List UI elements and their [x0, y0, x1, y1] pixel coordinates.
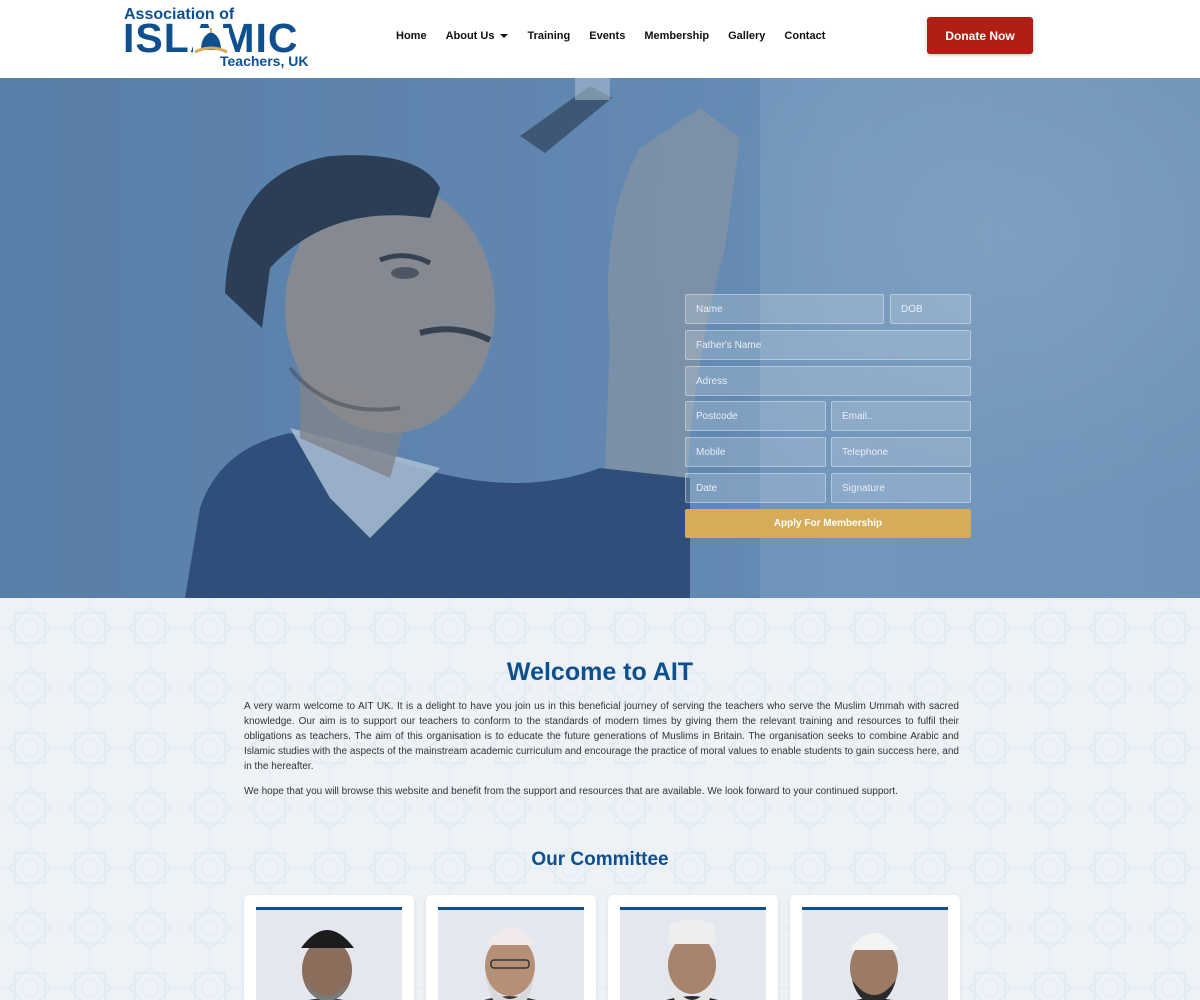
committee-member-photo — [620, 907, 766, 1000]
site-header: Association of ISLAMIC Teachers, UK Home… — [0, 0, 1200, 78]
committee-member-photo — [802, 907, 948, 1000]
telephone-input[interactable]: Telephone — [831, 437, 971, 467]
hero-student-image — [0, 78, 760, 598]
nav-home[interactable]: Home — [396, 30, 427, 42]
welcome-title: Welcome to AIT — [506, 658, 694, 686]
nav-training-label: Training — [527, 30, 571, 42]
nav-contact[interactable]: Contact — [784, 30, 825, 42]
committee-member-photo — [256, 907, 402, 1000]
nav-events-label: Events — [589, 30, 626, 42]
committee-card[interactable] — [790, 895, 960, 1000]
nav-about-us-label: About Us — [445, 30, 495, 42]
welcome-section: Welcome to AIT A very warm welcome to AI… — [0, 598, 1200, 1000]
name-input[interactable]: Name — [685, 294, 884, 324]
nav-membership-label: Membership — [644, 30, 710, 42]
committee-title: Our Committee — [531, 849, 669, 870]
nav-home-label: Home — [396, 30, 427, 42]
nav-contact-label: Contact — [784, 30, 826, 42]
committee-member-photo — [438, 907, 584, 1000]
email-input[interactable]: Email.. — [831, 401, 971, 431]
donate-button[interactable]: Donate Now — [927, 17, 1033, 54]
committee-card[interactable] — [244, 895, 414, 1000]
nav-events[interactable]: Events — [589, 30, 625, 42]
chevron-down-icon — [500, 34, 509, 38]
main-nav: Home About Us Training Events Membership… — [396, 30, 844, 42]
committee-card[interactable] — [608, 895, 778, 1000]
nav-gallery[interactable]: Gallery — [728, 30, 765, 42]
postcode-input[interactable]: Postcode — [685, 401, 826, 431]
logo-line-3: Teachers, UK — [220, 53, 309, 69]
committee-card[interactable] — [426, 895, 596, 1000]
dob-input[interactable]: DOB — [890, 294, 971, 324]
mobile-input[interactable]: Mobile — [685, 437, 826, 467]
welcome-paragraph-1: A very warm welcome to AIT UK. It is a d… — [244, 701, 959, 772]
hero-banner: Name DOB Father's Name Adress Postcode E… — [0, 78, 1200, 598]
address-input[interactable]: Adress — [685, 366, 971, 396]
apply-membership-button[interactable]: Apply For Membership — [685, 509, 971, 538]
mosque-dome-icon — [193, 28, 229, 54]
site-logo[interactable]: Association of ISLAMIC Teachers, UK — [123, 6, 309, 70]
welcome-paragraph-2: We hope that you will browse this websit… — [244, 786, 898, 797]
nav-membership[interactable]: Membership — [644, 30, 709, 42]
date-input[interactable]: Date — [685, 473, 826, 503]
signature-input[interactable]: Signature — [831, 473, 971, 503]
father-name-input[interactable]: Father's Name — [685, 330, 971, 360]
nav-about-us[interactable]: About Us — [446, 30, 509, 42]
nav-gallery-label: Gallery — [728, 30, 766, 42]
nav-training[interactable]: Training — [527, 30, 570, 42]
